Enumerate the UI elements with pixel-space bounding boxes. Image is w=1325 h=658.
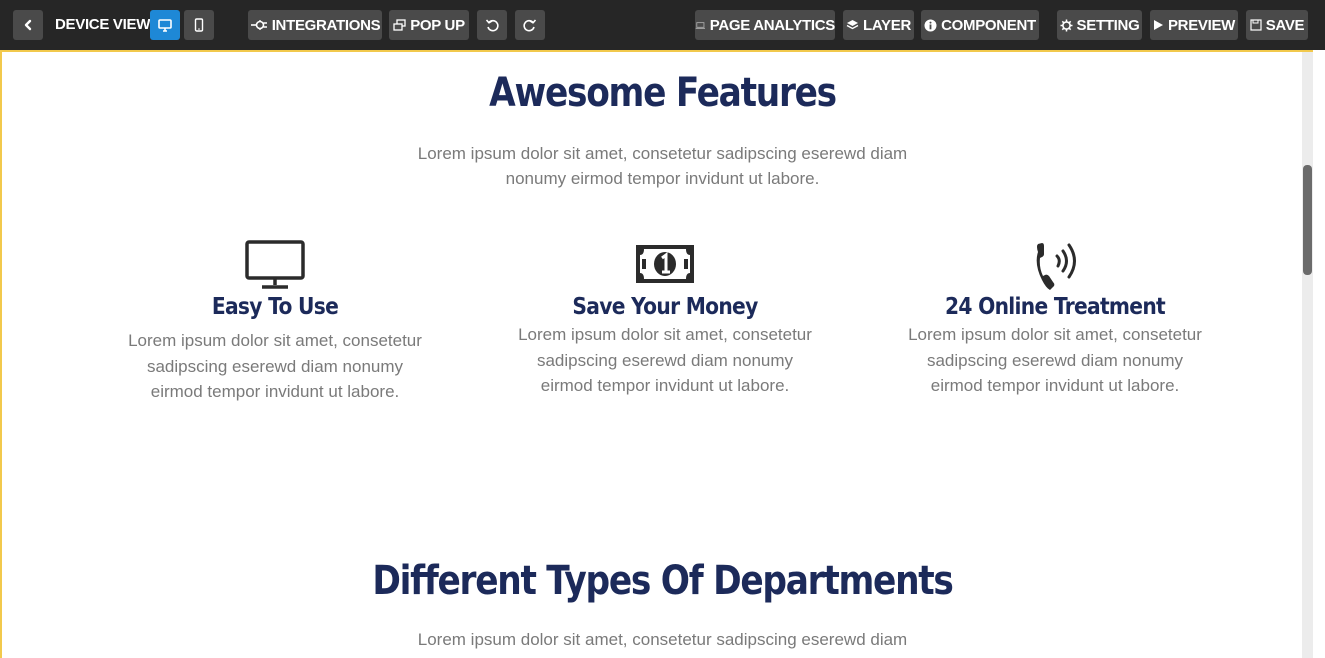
editor-toolbar: DEVICE VIEW : INTEGRATIONS POP UP PAGE A… [0,0,1325,50]
feature-text-line: eirmod tempor invidunt ut labore. [930,376,1180,395]
departments-title: Different Types Of Departments [372,558,954,604]
popup-label: POP UP [410,16,465,34]
save-button[interactable]: SAVE [1246,10,1308,40]
undo-button[interactable] [477,10,507,40]
features-title: Awesome Features [489,70,837,116]
feature-easy-to-use: Easy To Use Lorem ipsum dolor sit amet, … [115,236,435,405]
redo-button[interactable] [515,10,545,40]
feature-title: Save Your Money [572,294,758,320]
layer-button[interactable]: LAYER [843,10,914,40]
phone-volume-icon [1036,243,1076,290]
laptop-icon [695,21,706,29]
popup-button[interactable]: POP UP [389,10,469,40]
integrations-button[interactable]: INTEGRATIONS [248,10,382,40]
feature-text-line: Lorem ipsum dolor sit amet, consetetur [518,325,812,344]
feature-text-line: Lorem ipsum dolor sit amet, consetetur [128,331,422,350]
preview-label: PREVIEW [1167,16,1236,34]
mobile-view-button[interactable] [184,10,214,40]
redo-icon [523,19,537,32]
desktop-view-button[interactable] [150,10,180,40]
desktop-icon [245,240,305,289]
layers-icon [846,20,859,30]
setting-label: SETTING [1076,16,1140,34]
feature-text-line: sadipscing eserewd diam nonumy [536,350,794,370]
feature-text-line: eirmod tempor invidunt ut labore. [540,376,790,395]
departments-lead: Lorem ipsum dolor sit amet, consetetur s… [0,627,1325,652]
feature-text-line: eirmod tempor invidunt ut labore. [150,382,400,401]
money-bill-icon [636,245,694,283]
feature-text-line: sadipscing eserewd diam nonumy [926,350,1184,370]
feature-title: 24 Online Treatment [944,294,1166,320]
undo-icon [485,19,499,32]
feature-text-line: sadipscing eserewd diam nonumy [146,356,404,376]
feature-text: Lorem ipsum dolor sit amet, consetetur s… [115,328,435,405]
page-analytics-button[interactable]: PAGE ANALYTICS [695,10,835,40]
play-icon [1153,20,1163,30]
phone-icon [194,18,204,32]
layer-label: LAYER [863,16,911,34]
back-button[interactable] [13,10,43,40]
setting-button[interactable]: SETTING [1057,10,1142,40]
features-lead-line: nonumy eirmod tempor invidunt ut labore. [505,169,820,188]
features-lead-line: Lorem ipsum dolor sit amet, consetetur s… [417,144,908,163]
page-analytics-label: PAGE ANALYTICS [709,16,836,34]
chevron-left-icon [24,19,32,31]
monitor-icon [158,18,172,32]
preview-button[interactable]: PREVIEW [1150,10,1238,40]
feature-text: Lorem ipsum dolor sit amet, consetetur s… [505,322,825,399]
floppy-icon [1250,19,1262,31]
feature-text: Lorem ipsum dolor sit amet, consetetur s… [895,322,1215,399]
departments-lead-line: Lorem ipsum dolor sit amet, consetetur s… [417,630,908,649]
info-icon [924,19,937,31]
feature-online-treatment: 24 Online Treatment Lorem ipsum dolor si… [895,236,1215,399]
feature-save-your-money: Save Your Money Lorem ipsum dolor sit am… [505,236,825,399]
component-button[interactable]: COMPONENT [921,10,1039,40]
save-label: SAVE [1265,16,1305,34]
plug-icon [250,20,267,30]
component-label: COMPONENT [941,16,1036,34]
feature-title: Easy To Use [211,294,339,320]
feature-text-line: Lorem ipsum dolor sit amet, consetetur [908,325,1202,344]
gear-icon [1060,19,1073,31]
device-view-label: DEVICE VIEW : [55,16,159,33]
features-lead: Lorem ipsum dolor sit amet, consetetur s… [0,141,1325,191]
windows-icon [393,19,406,31]
integrations-label: INTEGRATIONS [271,16,381,34]
